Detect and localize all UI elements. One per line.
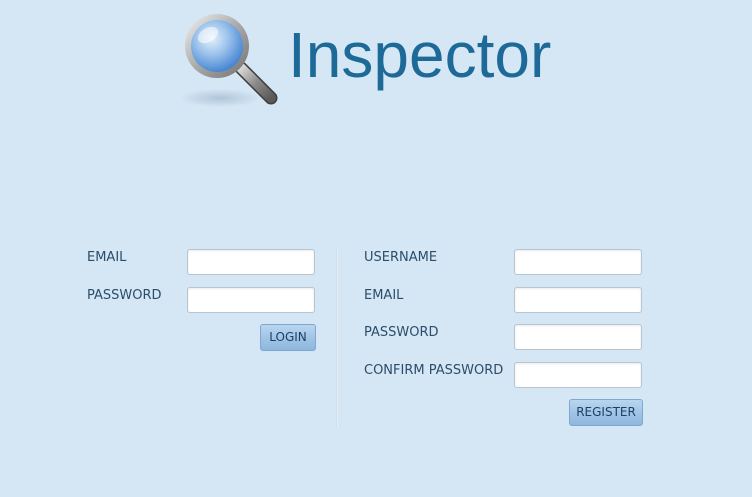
register-confirm-password-input[interactable] xyxy=(514,362,642,388)
login-email-input[interactable] xyxy=(187,249,315,275)
magnifying-glass-icon xyxy=(180,14,278,107)
register-button[interactable]: REGISTER xyxy=(569,399,643,426)
app-title: Inspector xyxy=(288,19,552,91)
login-email-label: EMAIL xyxy=(87,250,127,265)
login-button[interactable]: LOGIN xyxy=(260,324,316,351)
page: Inspector EMAIL PASSWORD LOGIN USERNAME … xyxy=(0,0,752,497)
register-password-label: PASSWORD xyxy=(364,325,439,340)
register-email-input[interactable] xyxy=(514,287,642,313)
register-username-label: USERNAME xyxy=(364,250,438,265)
form-divider xyxy=(336,247,338,427)
register-username-input[interactable] xyxy=(514,249,642,275)
login-password-input[interactable] xyxy=(187,287,315,313)
register-email-label: EMAIL xyxy=(364,288,404,303)
register-password-input[interactable] xyxy=(514,324,642,350)
login-password-label: PASSWORD xyxy=(87,288,162,303)
register-confirm-password-label: CONFIRM PASSWORD xyxy=(364,363,504,378)
